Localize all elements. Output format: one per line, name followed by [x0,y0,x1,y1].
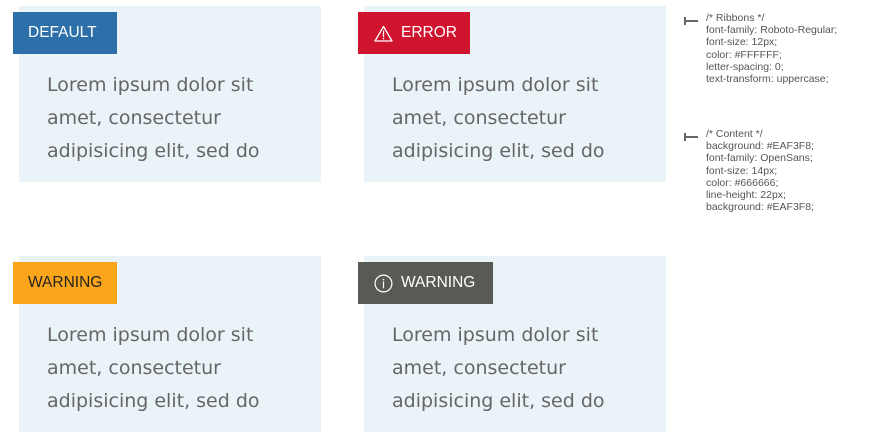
card-warning-info: WARNING Lorem ipsum dolor sit amet, cons… [358,256,666,432]
content-spec-annotation: /* Content */ background: #EAF3F8; font-… [684,128,884,213]
ribbon-spec-annotation: /* Ribbons */ font-family: Roboto-Regula… [684,12,884,85]
content-spec-text: /* Content */ background: #EAF3F8; font-… [706,128,814,214]
info-circle-icon [373,273,393,293]
warning-triangle-icon [373,23,393,43]
card-content: Lorem ipsum dolor sit amet, consectetur … [47,324,260,412]
ribbon-error: ERROR [358,12,470,54]
card-content: Lorem ipsum dolor sit amet, consectetur … [392,74,605,162]
card-content: Lorem ipsum dolor sit amet, consectetur … [47,74,260,162]
card-default: DEFAULT Lorem ipsum dolor sit amet, cons… [13,6,321,182]
ribbon-warning: WARNING [13,262,117,304]
card-content: Lorem ipsum dolor sit amet, consectetur … [392,324,605,412]
bracket-marker-icon [684,133,698,141]
ribbon-label: WARNING [401,274,476,291]
card-warning: WARNING Lorem ipsum dolor sit amet, cons… [13,256,321,432]
card-error: ERROR Lorem ipsum dolor sit amet, consec… [358,6,666,182]
ribbon-warning-info: WARNING [358,262,493,304]
bracket-marker-icon [684,17,698,25]
ribbon-label: WARNING [28,274,103,291]
ribbon-label: ERROR [401,24,457,41]
ribbon-spec-text: /* Ribbons */ font-family: Roboto-Regula… [706,12,838,86]
ribbon-default: DEFAULT [13,12,117,54]
ribbon-label: DEFAULT [28,24,97,41]
